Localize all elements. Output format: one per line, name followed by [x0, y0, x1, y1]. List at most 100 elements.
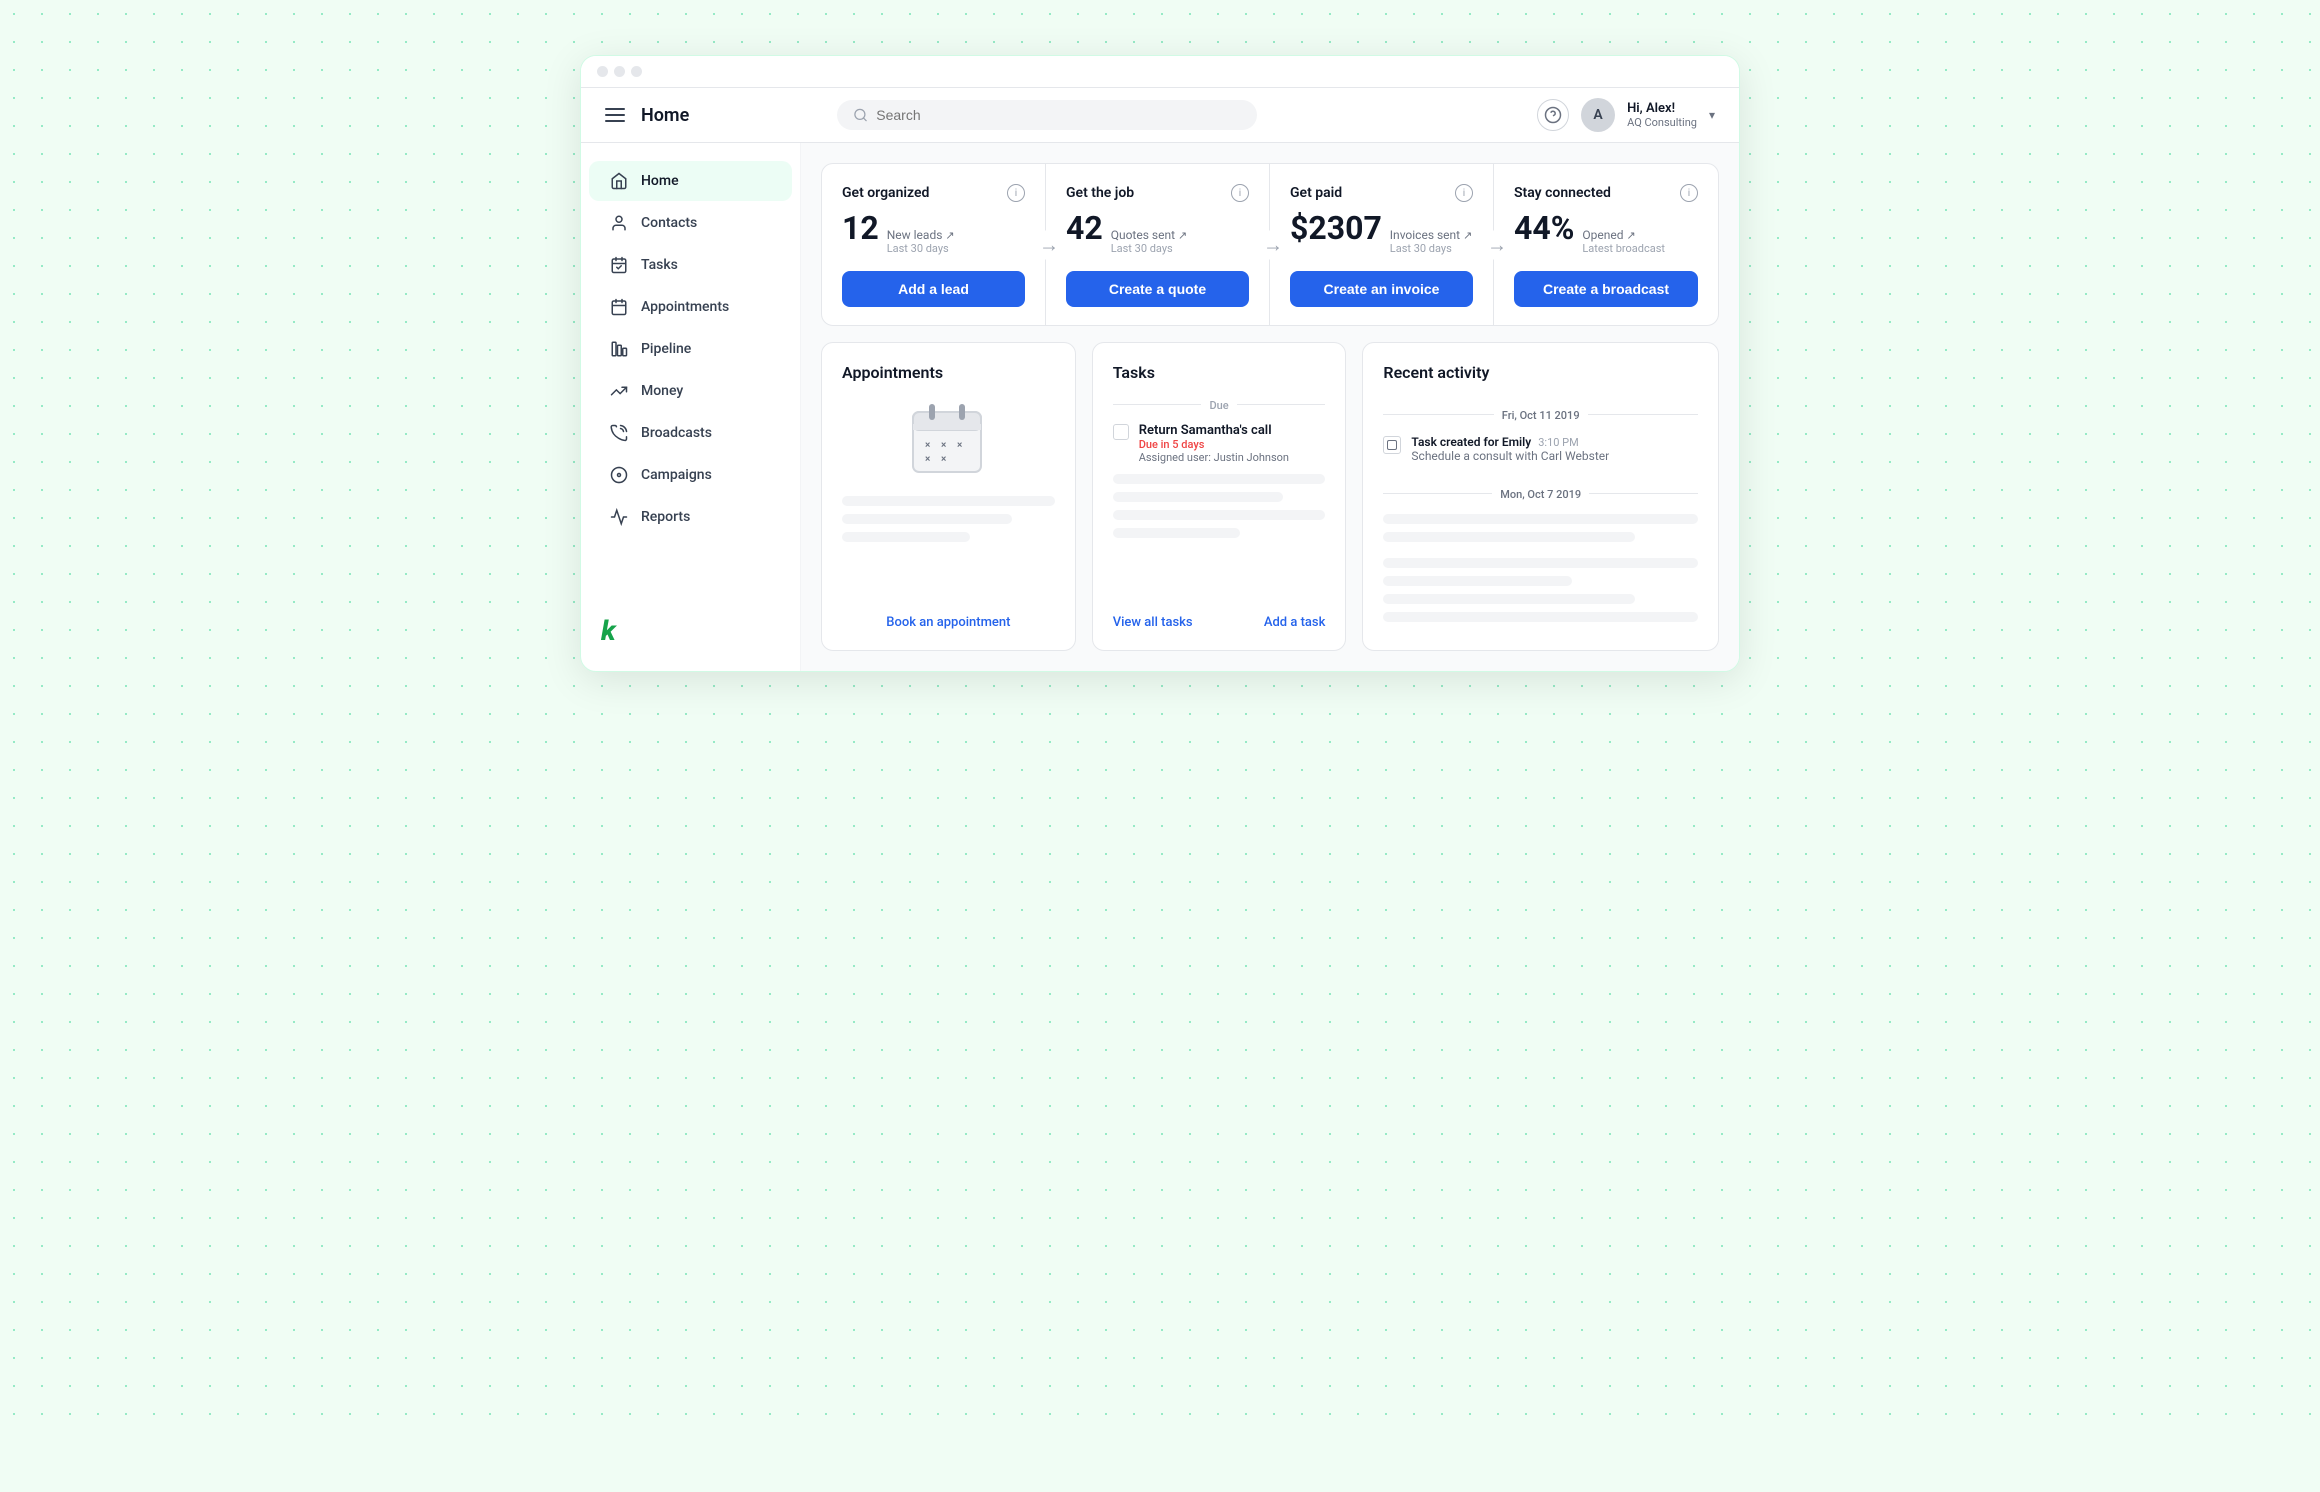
- user-name: Hi, Alex!: [1627, 101, 1697, 117]
- skeleton-t4: [1113, 528, 1241, 538]
- info-icon-organized[interactable]: i: [1007, 184, 1025, 202]
- money-icon: [609, 381, 629, 401]
- skeleton-a2: [1383, 532, 1635, 542]
- add-lead-button[interactable]: Add a lead: [842, 271, 1025, 307]
- info-icon-job[interactable]: i: [1231, 184, 1249, 202]
- arrow-divider-1: →: [1039, 230, 1059, 259]
- home-icon: [609, 171, 629, 191]
- brand-logo: k: [581, 614, 800, 647]
- task-due-divider: Due: [1113, 394, 1326, 413]
- skeleton-a3: [1383, 558, 1698, 568]
- appointments-card-title: Appointments: [842, 363, 1055, 382]
- svg-text:×: ×: [925, 454, 930, 465]
- stat-card-connected: Stay connected i 44% Opened ↗ Latest bro…: [1494, 164, 1718, 325]
- stat-number-paid: $2307: [1290, 212, 1382, 244]
- task-checkbox[interactable]: [1113, 424, 1129, 440]
- user-company: AQ Consulting: [1627, 116, 1697, 129]
- activity-text-1: Task created for Emily 3:10 PM Schedule …: [1411, 435, 1609, 463]
- skeleton-t2: [1113, 492, 1283, 502]
- stat-sublabel-paid: Last 30 days: [1390, 242, 1473, 255]
- content-area: Get organized i 12 New leads ↗ Last 30 d…: [801, 143, 1739, 671]
- main-layout: Home Contacts: [581, 143, 1739, 671]
- skeleton-3: [842, 532, 970, 542]
- activity-check-icon: [1383, 436, 1401, 454]
- svg-text:×: ×: [941, 454, 946, 465]
- broadcasts-icon: [609, 423, 629, 443]
- create-broadcast-button[interactable]: Create a broadcast: [1514, 271, 1698, 307]
- stat-title-paid: Get paid: [1290, 185, 1342, 201]
- task-name: Return Samantha's call: [1139, 423, 1289, 438]
- task-item: Return Samantha's call Due in 5 days Ass…: [1113, 423, 1326, 464]
- pipeline-icon: [609, 339, 629, 359]
- sidebar-label-pipeline: Pipeline: [641, 341, 691, 357]
- top-nav: Home A Hi, Alex! AQ Consulting ▾: [581, 88, 1739, 143]
- sidebar-item-campaigns[interactable]: Campaigns: [589, 455, 792, 495]
- reports-icon: [609, 507, 629, 527]
- user-menu-chevron[interactable]: ▾: [1709, 108, 1715, 122]
- sidebar-label-tasks: Tasks: [641, 257, 678, 273]
- svg-text:×: ×: [925, 440, 930, 451]
- tasks-icon: [609, 255, 629, 275]
- stat-title-connected: Stay connected: [1514, 185, 1611, 201]
- skeleton-a4: [1383, 576, 1572, 586]
- support-icon[interactable]: [1537, 99, 1569, 131]
- stat-card-job: Get the job i 42 Quotes sent ↗ Last 30 d…: [1046, 164, 1270, 325]
- search-icon: [853, 107, 868, 123]
- tasks-card: Tasks Due Return Samantha's call Due in …: [1092, 342, 1347, 651]
- info-icon-connected[interactable]: i: [1680, 184, 1698, 202]
- hamburger-icon[interactable]: [605, 108, 625, 122]
- search-input[interactable]: [876, 107, 1241, 123]
- sidebar-item-pipeline[interactable]: Pipeline: [589, 329, 792, 369]
- window-dot-2: [614, 66, 625, 77]
- appointments-card-footer: Book an appointment: [842, 603, 1055, 630]
- book-appointment-link[interactable]: Book an appointment: [886, 615, 1010, 630]
- sidebar-item-appointments[interactable]: Appointments: [589, 287, 792, 327]
- search-bar: [837, 100, 1257, 130]
- stat-card-organized: Get organized i 12 New leads ↗ Last 30 d…: [822, 164, 1046, 325]
- task-due: Due in 5 days: [1139, 438, 1289, 451]
- tasks-card-title: Tasks: [1113, 363, 1326, 382]
- sidebar-label-reports: Reports: [641, 509, 690, 525]
- appointments-card: Appointments × ×: [821, 342, 1076, 651]
- sidebar-label-campaigns: Campaigns: [641, 467, 712, 483]
- stat-label-organized: New leads ↗: [887, 228, 955, 242]
- app-window: Home A Hi, Alex! AQ Consulting ▾: [580, 55, 1740, 672]
- arrow-divider-2: →: [1263, 230, 1283, 259]
- stat-label-paid: Invoices sent ↗: [1390, 228, 1473, 242]
- skeleton-a1: [1383, 514, 1698, 524]
- add-task-link[interactable]: Add a task: [1264, 615, 1326, 630]
- arrow-divider-3: →: [1487, 230, 1507, 259]
- sidebar-label-appointments: Appointments: [641, 299, 729, 315]
- appointments-icon: [609, 297, 629, 317]
- activity-date-1: Fri, Oct 11 2019: [1383, 404, 1698, 423]
- sidebar-label-home: Home: [641, 173, 679, 189]
- window-dot-3: [631, 66, 642, 77]
- create-quote-button[interactable]: Create a quote: [1066, 271, 1249, 307]
- stat-card-paid: Get paid i $2307 Invoices sent ↗ Last 30…: [1270, 164, 1494, 325]
- sidebar-item-contacts[interactable]: Contacts: [589, 203, 792, 243]
- sidebar-nav: Home Contacts: [581, 159, 800, 539]
- calendar-illustration: × × × × ×: [903, 394, 993, 484]
- window-dot-1: [597, 66, 608, 77]
- stat-sublabel-connected: Latest broadcast: [1582, 242, 1665, 255]
- sidebar-item-reports[interactable]: Reports: [589, 497, 792, 537]
- view-all-tasks-link[interactable]: View all tasks: [1113, 615, 1193, 630]
- sidebar-item-broadcasts[interactable]: Broadcasts: [589, 413, 792, 453]
- sidebar-item-money[interactable]: Money: [589, 371, 792, 411]
- info-icon-paid[interactable]: i: [1455, 184, 1473, 202]
- sidebar-label-broadcasts: Broadcasts: [641, 425, 712, 441]
- campaigns-icon: [609, 465, 629, 485]
- sidebar-item-tasks[interactable]: Tasks: [589, 245, 792, 285]
- title-bar: [581, 56, 1739, 88]
- task-details: Return Samantha's call Due in 5 days Ass…: [1139, 423, 1289, 464]
- contacts-icon: [609, 213, 629, 233]
- sidebar-item-home[interactable]: Home: [589, 161, 792, 201]
- skeleton-a5: [1383, 594, 1635, 604]
- svg-text:×: ×: [941, 440, 946, 451]
- sidebar: Home Contacts: [581, 143, 801, 671]
- user-info: Hi, Alex! AQ Consulting: [1627, 101, 1697, 130]
- create-invoice-button[interactable]: Create an invoice: [1290, 271, 1473, 307]
- activity-desc-1: Schedule a consult with Carl Webster: [1411, 449, 1609, 463]
- activity-date-2: Mon, Oct 7 2019: [1383, 483, 1698, 502]
- stat-title-job: Get the job: [1066, 185, 1134, 201]
